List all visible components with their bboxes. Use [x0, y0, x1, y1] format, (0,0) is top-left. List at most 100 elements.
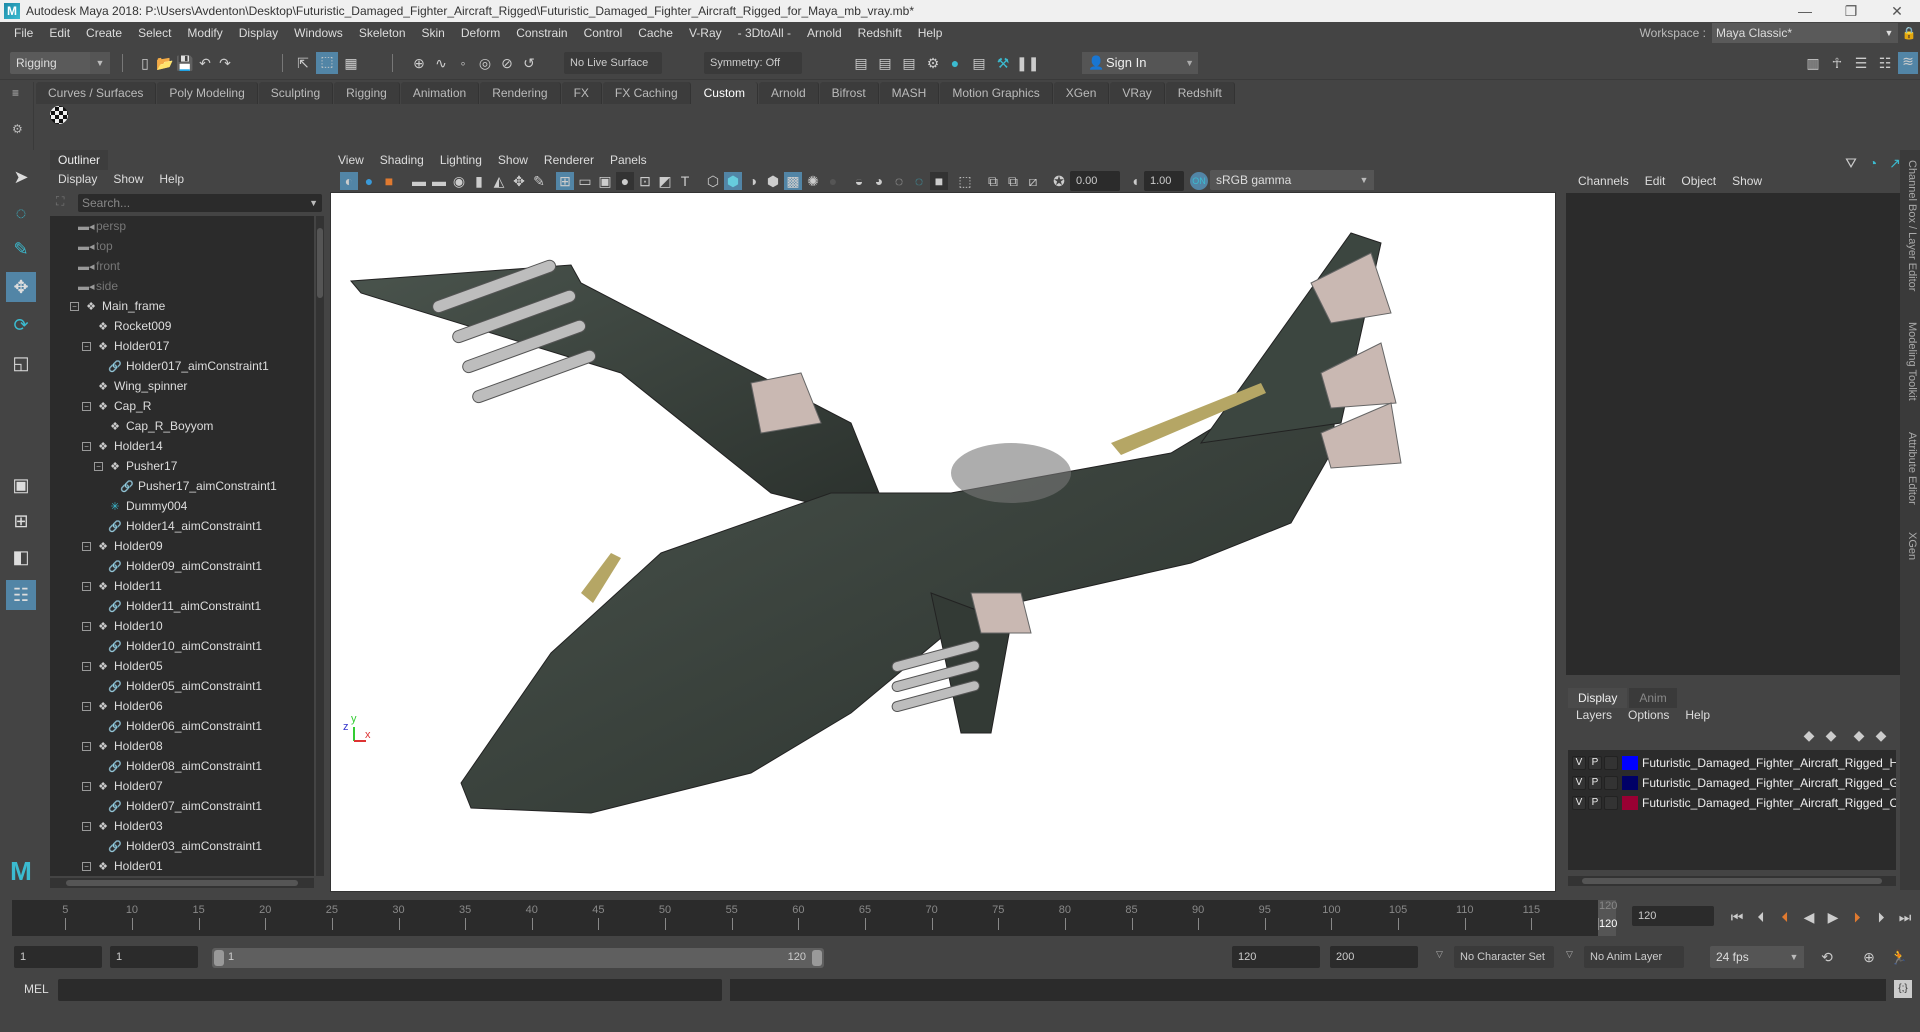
film-gate-icon[interactable]: ▭ [576, 172, 594, 190]
live-surface-field[interactable]: No Live Surface [564, 52, 662, 74]
safe-title-icon[interactable]: T [676, 172, 694, 190]
shelf-tab-custom[interactable]: Custom [691, 82, 758, 104]
chevron-down-icon[interactable]: ▽ [1436, 949, 1443, 960]
collapse-toggle[interactable]: − [82, 742, 91, 751]
gate-mask-icon[interactable]: ● [616, 172, 634, 190]
single-perspective-layout-icon[interactable]: ▣ [6, 470, 36, 500]
outliner-item[interactable]: − ❖ Holder07 [82, 776, 163, 796]
shelf-tab-curves-surfaces[interactable]: Curves / Surfaces [36, 82, 157, 104]
visibility-toggle[interactable]: V [1572, 796, 1586, 810]
outliner-item[interactable]: ✳ Dummy004 [108, 496, 187, 516]
maximize-button[interactable]: ❐ [1828, 0, 1874, 22]
outliner-item[interactable]: − ❖ Holder11 [82, 576, 162, 596]
shelf-tab-vray[interactable]: VRay [1110, 82, 1165, 104]
gamma-icon[interactable]: ◖ [1126, 172, 1144, 190]
outliner-item[interactable]: − ❖ Holder14 [82, 436, 163, 456]
side-tab-xgen[interactable]: XGen [1902, 532, 1918, 560]
visibility-toggle[interactable]: V [1572, 776, 1586, 790]
snap-view-icon[interactable]: ◎ [476, 54, 494, 72]
outliner-item[interactable]: 🔗 Holder06_aimConstraint1 [108, 716, 262, 736]
viewport-menu-renderer[interactable]: Renderer [536, 153, 602, 167]
character-set-field[interactable]: No Character Set [1454, 946, 1554, 968]
shelf-tab-arnold[interactable]: Arnold [758, 82, 819, 104]
channel-box-icon[interactable]: ≋ [1898, 52, 1918, 74]
menu-control[interactable]: Control [576, 26, 631, 40]
select-hierarchy-icon[interactable]: ⇱ [294, 54, 312, 72]
lock-camera-icon[interactable]: ▬ [430, 172, 448, 190]
auto-key-icon[interactable]: ⊕ [1860, 948, 1878, 966]
sign-in-button[interactable]: 👤 Sign In ▼ [1082, 52, 1198, 74]
layer-editor-menu-help[interactable]: Help [1677, 708, 1718, 722]
color-management-toggle[interactable]: ON [1190, 172, 1208, 190]
camera-attributes-icon[interactable]: ● [360, 172, 378, 190]
channel-speed-icon[interactable]: ◔ [1864, 154, 1882, 172]
menu-modify[interactable]: Modify [179, 26, 230, 40]
outliner-item[interactable]: − ❖ Holder08 [82, 736, 163, 756]
grid-icon[interactable]: ⊞ [556, 172, 574, 190]
collapse-toggle[interactable]: − [82, 702, 91, 711]
layer-hscrollbar[interactable] [1568, 876, 1896, 886]
channel-box-menu-channels[interactable]: Channels [1570, 174, 1637, 188]
playback-toggle[interactable]: P [1588, 796, 1602, 810]
viewport-menu-view[interactable]: View [330, 153, 372, 167]
use-all-lights-icon[interactable]: ✺ [804, 172, 822, 190]
display-type-toggle[interactable] [1604, 776, 1618, 790]
viewport-menu-panels[interactable]: Panels [602, 153, 655, 167]
menu-constrain[interactable]: Constrain [508, 26, 575, 40]
playhead[interactable]: 120 120 [1598, 900, 1617, 936]
range-end-handle[interactable] [812, 950, 822, 966]
save-scene-icon[interactable]: 💾 [176, 54, 194, 72]
layer-color-swatch[interactable] [1622, 756, 1638, 770]
animation-start-field[interactable]: 1 [14, 946, 102, 968]
side-tab-modeling-toolkit[interactable]: Modeling Toolkit [1902, 322, 1918, 401]
snap-grid-icon[interactable]: ⊕ [410, 54, 428, 72]
snap-curve-icon[interactable]: ∿ [432, 54, 450, 72]
default-material-icon[interactable]: ◑ [744, 172, 762, 190]
tool-settings-icon[interactable]: ☷ [1876, 54, 1894, 72]
outliner-item[interactable]: − ❖ Holder01 [82, 856, 163, 876]
shelf-tab-fx-caching[interactable]: FX Caching [602, 82, 691, 104]
outliner-scrollbar[interactable] [316, 216, 324, 876]
outliner-item[interactable]: 🔗 Holder07_aimConstraint1 [108, 796, 262, 816]
outliner-item[interactable]: 🔗 Pusher17_aimConstraint1 [120, 476, 277, 496]
new-scene-icon[interactable]: ▯ [136, 54, 154, 72]
shelf-settings-icon[interactable]: ⚙ [12, 122, 23, 136]
resolution-gate-icon[interactable]: ▣ [596, 172, 614, 190]
outliner-item[interactable]: 🔗 Holder08_aimConstraint1 [108, 756, 262, 776]
render-view-icon[interactable]: ▤ [852, 54, 870, 72]
layer-row[interactable]: V P Futuristic_Damaged_Fighter_Aircraft_Ri… [1572, 774, 1896, 792]
step-forward-key-icon[interactable]: ⏵ [1872, 908, 1890, 926]
grease-pencil-icon[interactable]: ✎ [530, 172, 548, 190]
camera-icon[interactable]: ▬ [410, 172, 428, 190]
outliner-search-input[interactable]: Search... ▼ [78, 194, 322, 212]
shelf-tab-fx[interactable]: FX [561, 82, 602, 104]
move-layer-down-icon[interactable]: ◆ [1822, 726, 1840, 744]
close-button[interactable]: ✕ [1874, 0, 1920, 22]
menu-edit[interactable]: Edit [41, 26, 78, 40]
time-ticks[interactable]: 120 120 5 10 15 20 25 30 35 40 45 50 55 60 65 70 75 80 8… [12, 900, 1617, 936]
side-tab-channel-box[interactable]: Channel Box / Layer Editor [1902, 160, 1918, 291]
shelf-tab-motion-graphics[interactable]: Motion Graphics [940, 82, 1053, 104]
snap-point-icon[interactable]: ◦ [454, 54, 472, 72]
hscrollbar-thumb[interactable] [1582, 878, 1882, 884]
open-scene-icon[interactable]: 📂 [156, 54, 174, 72]
outliner-item[interactable]: 🔗 Holder05_aimConstraint1 [108, 676, 262, 696]
collapse-toggle[interactable]: − [82, 622, 91, 631]
playback-end-field[interactable]: 120 [1232, 946, 1320, 968]
screen-space-ao-icon[interactable]: ◒ [850, 172, 868, 190]
loop-icon[interactable]: ⟲ [1818, 948, 1836, 966]
shelf-tab-animation[interactable]: Animation [400, 82, 480, 104]
shelf-tab-mash[interactable]: MASH [879, 82, 940, 104]
snap-surface-icon[interactable]: ⊘ [498, 54, 516, 72]
layer-color-swatch[interactable] [1622, 796, 1638, 810]
hypershade-icon[interactable]: ● [946, 54, 964, 72]
symmetry-field[interactable]: Symmetry: Off [704, 52, 802, 74]
playback-toggle[interactable]: P [1588, 756, 1602, 770]
outliner-item[interactable]: ▬◂side [78, 276, 118, 296]
image-plane-icon[interactable]: ◭ [490, 172, 508, 190]
select-component-icon[interactable]: ▦ [342, 54, 360, 72]
menu-3dtoall[interactable]: - 3DtoAll - [730, 26, 799, 40]
outliner-item[interactable]: − ❖ Holder09 [82, 536, 163, 556]
play-backwards-icon[interactable]: ◀ [1800, 908, 1818, 926]
outliner-tab[interactable]: Outliner [50, 150, 109, 170]
